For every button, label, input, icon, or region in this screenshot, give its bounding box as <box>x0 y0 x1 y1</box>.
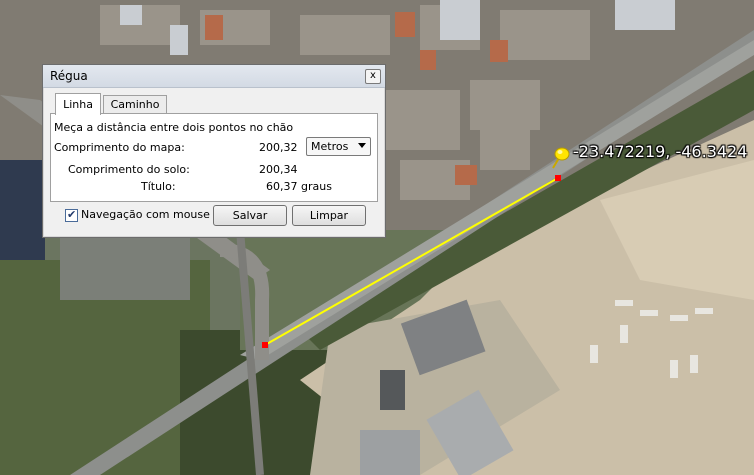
unit-select[interactable]: Metros <box>306 137 371 156</box>
coordinate-label: -23.472219, -46.3424 <box>573 142 748 161</box>
measurement-panel: Meça a distância entre dois pontos no ch… <box>50 113 378 202</box>
start-point-marker <box>262 342 268 348</box>
dialog-title: Régua <box>50 69 88 83</box>
ground-length-value: 200,34 <box>259 163 298 176</box>
tab-path-label: Caminho <box>110 98 160 111</box>
chevron-down-icon <box>358 143 366 148</box>
close-icon: x <box>370 70 376 81</box>
check-icon: ✔ <box>67 208 77 221</box>
ruler-dialog[interactable]: Régua x Linha Caminho Meça a distância e… <box>42 64 386 238</box>
save-button[interactable]: Salvar <box>213 205 287 226</box>
end-point-marker <box>555 175 561 181</box>
clear-button[interactable]: Limpar <box>292 205 366 226</box>
tab-line-label: Linha <box>63 98 93 111</box>
heading-label: Título: <box>141 180 176 193</box>
mouse-navigation-label: Navegação com mouse <box>81 208 210 221</box>
unit-select-value: Metros <box>311 140 349 153</box>
map-length-value: 200,32 <box>259 141 298 154</box>
dialog-titlebar[interactable]: Régua x <box>43 65 385 88</box>
close-button[interactable]: x <box>365 69 381 84</box>
yellow-pushpin-icon[interactable] <box>549 146 571 170</box>
mouse-navigation-checkbox[interactable]: ✔ <box>65 208 78 222</box>
tab-line[interactable]: Linha <box>55 93 101 115</box>
map-length-label: Comprimento do mapa: <box>54 141 185 154</box>
instruction-text: Meça a distância entre dois pontos no ch… <box>54 121 294 134</box>
tab-path[interactable]: Caminho <box>103 95 167 114</box>
heading-value: 60,37 graus <box>266 180 332 193</box>
ground-length-label: Comprimento do solo: <box>68 163 190 176</box>
